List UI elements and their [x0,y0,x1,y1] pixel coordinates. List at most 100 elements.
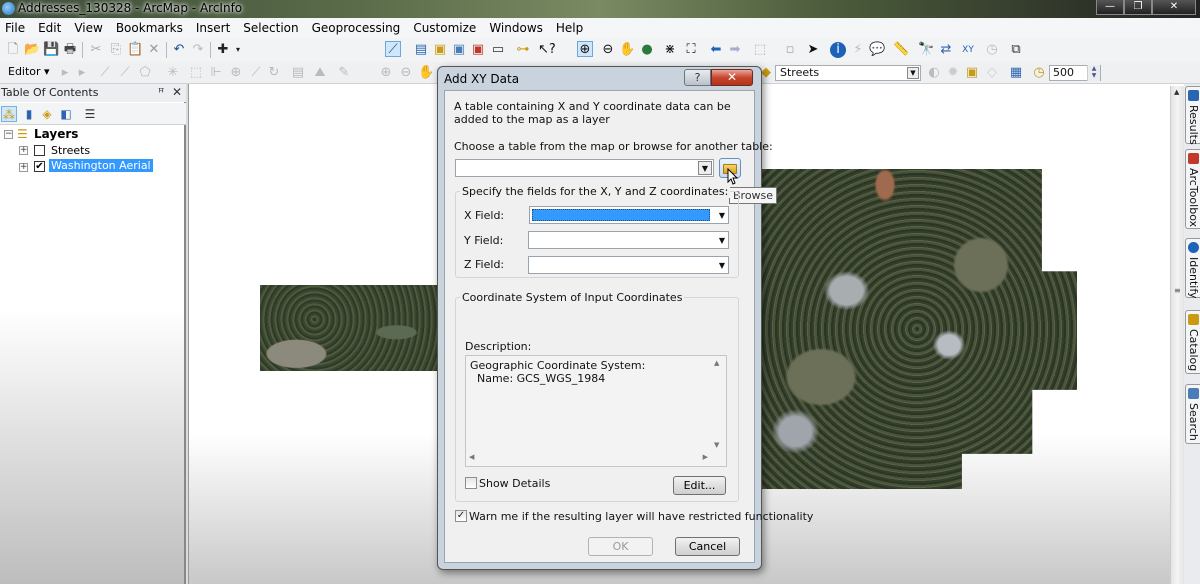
description-vertical-scrollbar[interactable]: ▲ ▼ [711,356,726,451]
menu-bookmarks[interactable]: Bookmarks [116,21,183,35]
menu-file[interactable]: File [5,21,25,35]
straight-segment-icon[interactable]: ⟋ [97,65,113,81]
zoom-in-icon[interactable]: ⊕ [577,41,593,57]
map-vertical-scrollbar[interactable]: ▲ ≡ [1170,86,1184,584]
scroll-right-icon[interactable]: ▶ [703,453,708,461]
scroll-up-icon[interactable]: ▲ [714,359,719,367]
dock-tab-search[interactable]: Search [1185,384,1200,444]
cut-polygons-icon[interactable]: ⊕ [228,65,244,81]
split-tool-icon[interactable]: ⟋ [248,65,264,81]
layer-streets-label[interactable]: Streets [51,144,90,157]
edit-tool-icon[interactable]: ▸ [57,65,73,81]
editor-menu-button[interactable]: Editor ▾ [8,65,50,78]
chevron-down-icon[interactable]: ▼ [907,67,919,79]
list-by-selection-icon[interactable]: ◧ [58,106,74,122]
menu-selection[interactable]: Selection [243,21,298,35]
collapse-layers-icon[interactable]: − [4,130,13,139]
warn-restricted-checkbox[interactable]: ✓ [455,510,467,522]
dock-tab-catalog[interactable]: Catalog [1185,310,1200,374]
dock-tab-results[interactable]: Results [1185,86,1200,145]
pin-icon[interactable]: ꟸ [158,86,164,99]
search-window-icon[interactable]: ▣ [451,42,467,58]
flicker-rate-icon[interactable]: ◷ [1031,65,1047,81]
select-elements-icon[interactable]: ➤ [805,42,821,58]
python-window-icon[interactable]: ▭ [490,42,506,58]
whats-this-icon[interactable]: ↖? [538,42,556,58]
washington-aerial-visibility-checkbox[interactable]: ✔ [34,161,45,172]
redo-icon[interactable]: ↷ [190,42,206,58]
menu-view[interactable]: View [74,21,102,35]
reshape-feature-icon[interactable]: ⊩ [208,65,224,81]
find-route-icon[interactable]: ⇄ [938,42,954,58]
menu-edit[interactable]: Edit [38,21,61,35]
chevron-down-icon[interactable]: ▼ [719,211,725,220]
construction-tools-icon[interactable]: ⬠ [137,65,153,81]
model-builder-icon[interactable]: ⊶ [515,42,531,58]
warn-restricted-label[interactable]: Warn me if the resulting layer will have… [469,510,813,523]
add-data-dropdown-icon[interactable]: ▾ [230,42,246,58]
scroll-down-icon[interactable]: ▼ [714,441,719,449]
table-window-icon[interactable]: ▤ [413,42,429,58]
list-by-drawing-order-icon[interactable]: ⁂ [1,106,17,122]
dock-tab-identify[interactable]: Identify [1185,238,1200,299]
pan-2-icon[interactable]: ✋ [418,65,434,81]
scroll-left-icon[interactable]: ◀ [469,453,474,461]
z-field-combobox[interactable]: ▼ [528,256,729,274]
menu-help[interactable]: Help [556,21,583,35]
menu-windows[interactable]: Windows [489,21,543,35]
editor-toolbar-icon[interactable]: ⟋ [385,41,401,57]
scroll-grip-icon[interactable]: ≡ [1174,286,1181,295]
x-field-combobox[interactable]: ▼ [529,206,729,224]
create-features-icon[interactable]: ✎ [336,65,352,81]
scroll-up-icon[interactable]: ▲ [1174,88,1179,96]
measure-icon[interactable]: 📏 [893,42,909,58]
streets-visibility-checkbox[interactable] [34,145,45,156]
options-icon[interactable]: ☰ [82,106,98,122]
menu-geoprocessing[interactable]: Geoprocessing [312,21,401,35]
paste-icon[interactable]: 📋 [127,42,143,58]
arccatalog-icon[interactable]: ▣ [432,42,448,58]
chevron-down-icon[interactable]: ▼ [698,161,712,175]
select-features-icon[interactable]: ⬚ [752,42,768,58]
layers-root-label[interactable]: Layers [34,127,78,141]
brightness-icon[interactable]: ✹ [945,65,961,81]
copy-icon[interactable]: ⎘ [108,42,124,58]
cancel-button[interactable]: Cancel [675,537,740,556]
full-extent-icon[interactable]: ● [639,42,655,58]
time-slider-icon[interactable]: ◷ [984,42,1000,58]
menu-customize[interactable]: Customize [413,21,476,35]
endpoint-arc-icon[interactable]: ⟋ [117,65,133,81]
fixed-zoom-in-2-icon[interactable]: ⊕ [378,65,394,81]
flicker-rate-spinner[interactable]: ▲ ▼ [1087,65,1100,81]
clear-selection-icon[interactable]: ▫ [782,42,798,58]
point-tool-icon[interactable]: ✳ [165,65,181,81]
save-icon[interactable]: 💾 [43,42,59,58]
chevron-down-icon[interactable]: ▼ [719,236,725,245]
arctoolbox-icon[interactable]: ▣ [470,42,486,58]
maximize-button[interactable]: ❐ [1124,0,1152,15]
pan-icon[interactable]: ✋ [619,42,635,58]
go-back-icon[interactable]: ⬅ [708,42,724,58]
close-window-button[interactable]: ✕ [1152,0,1196,15]
y-field-combobox[interactable]: ▼ [528,231,729,249]
sketch-properties-icon[interactable]: ⛰ [312,65,328,81]
fixed-zoom-out-icon[interactable]: ⛶ [683,42,699,58]
contrast-icon[interactable]: ◐ [926,65,942,81]
dock-tab-arctoolbox[interactable]: ArcToolbox [1185,149,1200,229]
flicker-icon[interactable]: ◇ [984,65,1000,81]
dialog-close-button[interactable]: ✕ [711,69,753,86]
go-forward-icon[interactable]: ➡ [727,42,743,58]
show-details-checkbox[interactable] [465,477,477,489]
undo-icon[interactable]: ↶ [171,42,187,58]
fixed-zoom-in-icon[interactable]: ⋇ [662,42,678,58]
edit-button[interactable]: Edit... [673,476,726,495]
identify-icon[interactable]: i [830,42,846,58]
expand-streets-icon[interactable]: + [19,146,28,155]
edit-annotation-icon[interactable]: ▸ [74,65,90,81]
minimize-button[interactable]: — [1096,0,1124,15]
expand-washington-aerial-icon[interactable]: + [19,163,28,172]
html-popup-icon[interactable]: 💬 [869,42,885,58]
hyperlink-icon[interactable]: ⚡ [850,42,866,58]
layer-select-combobox[interactable]: Streets ▼ [775,65,921,81]
print-icon[interactable]: 🖶 [62,42,78,58]
